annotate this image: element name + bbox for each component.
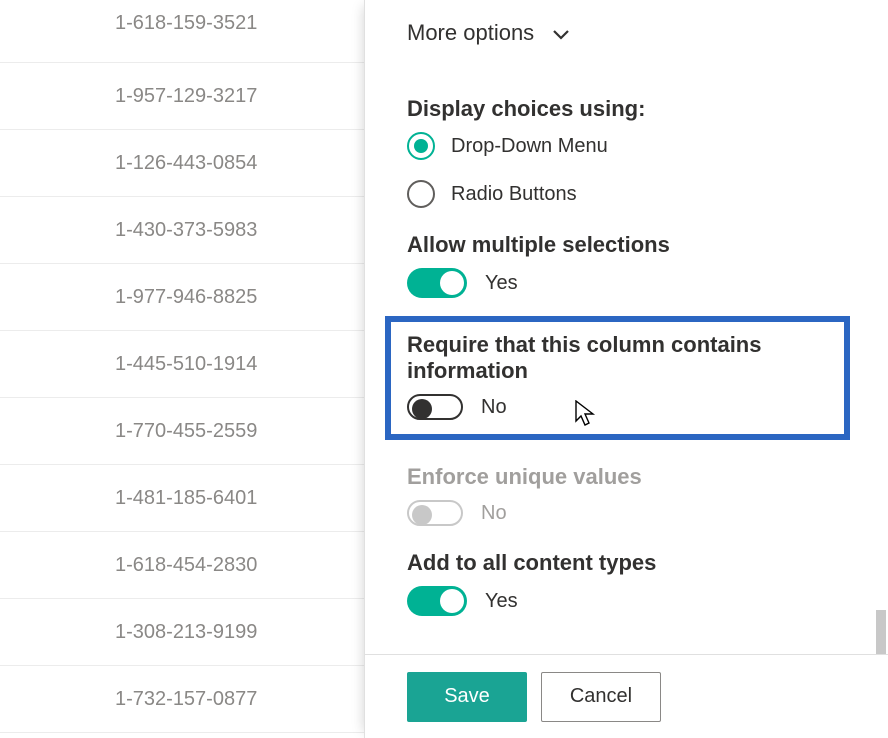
add-to-all-value: Yes [485, 590, 518, 613]
enforce-unique-toggle [407, 500, 463, 526]
radio-icon [407, 180, 435, 208]
radio-label: Radio Buttons [451, 183, 577, 206]
list-item[interactable]: 1-308-213-9199 [0, 599, 364, 666]
require-info-heading: Require that this column contains inform… [407, 332, 828, 384]
require-info-toggle[interactable] [407, 394, 463, 420]
phone-text: 1-308-213-9199 [115, 621, 257, 643]
phone-text: 1-770-455-2559 [115, 420, 257, 442]
chevron-down-icon [552, 26, 570, 44]
enforce-unique-heading: Enforce unique values [407, 464, 846, 490]
list-item[interactable]: 1-770-455-2559 [0, 398, 364, 465]
save-button-label: Save [444, 685, 490, 708]
require-info-value: No [481, 396, 507, 419]
phone-text: 1-732-157-0877 [115, 688, 257, 710]
list-item[interactable]: 1-618-159-3521 [0, 0, 364, 63]
phone-text: 1-957-129-3217 [115, 85, 257, 107]
phone-text: 1-126-443-0854 [115, 152, 257, 174]
more-options-expander[interactable]: More options [407, 20, 570, 46]
list-item[interactable]: 1-126-443-0854 [0, 130, 364, 197]
display-choice-dropdown-radio[interactable]: Drop-Down Menu [407, 132, 846, 160]
list-item[interactable]: 1-481-185-6401 [0, 465, 364, 532]
list-item[interactable]: 1-957-129-3217 [0, 63, 364, 130]
list-item[interactable]: 1-445-510-1914 [0, 331, 364, 398]
column-settings-panel: More options Display choices using: Drop… [364, 0, 888, 738]
phone-text: 1-430-373-5983 [115, 219, 257, 241]
panel-scroll-area: More options Display choices using: Drop… [365, 0, 888, 654]
radio-label: Drop-Down Menu [451, 135, 608, 158]
panel-footer: Save Cancel [365, 654, 888, 738]
background-data-list: 1-618-159-3521 1-957-129-3217 1-126-443-… [0, 0, 364, 738]
save-button[interactable]: Save [407, 672, 527, 722]
add-to-all-heading: Add to all content types [407, 550, 846, 576]
phone-text: 1-977-946-8825 [115, 286, 257, 308]
enforce-unique-value: No [481, 502, 507, 525]
phone-text: 1-445-510-1914 [115, 353, 257, 375]
allow-multiple-heading: Allow multiple selections [407, 232, 846, 258]
allow-multiple-toggle[interactable] [407, 268, 467, 298]
display-choice-radiobuttons-radio[interactable]: Radio Buttons [407, 180, 846, 208]
phone-text: 1-618-159-3521 [115, 12, 257, 34]
add-to-all-toggle[interactable] [407, 586, 467, 616]
phone-text: 1-618-454-2830 [115, 554, 257, 576]
panel-scrollbar[interactable] [874, 94, 888, 654]
list-item[interactable]: 1-618-454-2830 [0, 532, 364, 599]
list-item[interactable]: 1-732-157-0877 [0, 666, 364, 733]
cancel-button[interactable]: Cancel [541, 672, 661, 722]
cancel-button-label: Cancel [570, 685, 632, 708]
list-item[interactable]: 1-977-946-8825 [0, 264, 364, 331]
list-item[interactable]: 1-430-373-5983 [0, 197, 364, 264]
tutorial-highlight: Require that this column contains inform… [385, 316, 850, 440]
more-options-label: More options [407, 20, 534, 46]
phone-text: 1-481-185-6401 [115, 487, 257, 509]
allow-multiple-value: Yes [485, 272, 518, 295]
display-choices-heading: Display choices using: [407, 96, 846, 122]
radio-icon [407, 132, 435, 160]
